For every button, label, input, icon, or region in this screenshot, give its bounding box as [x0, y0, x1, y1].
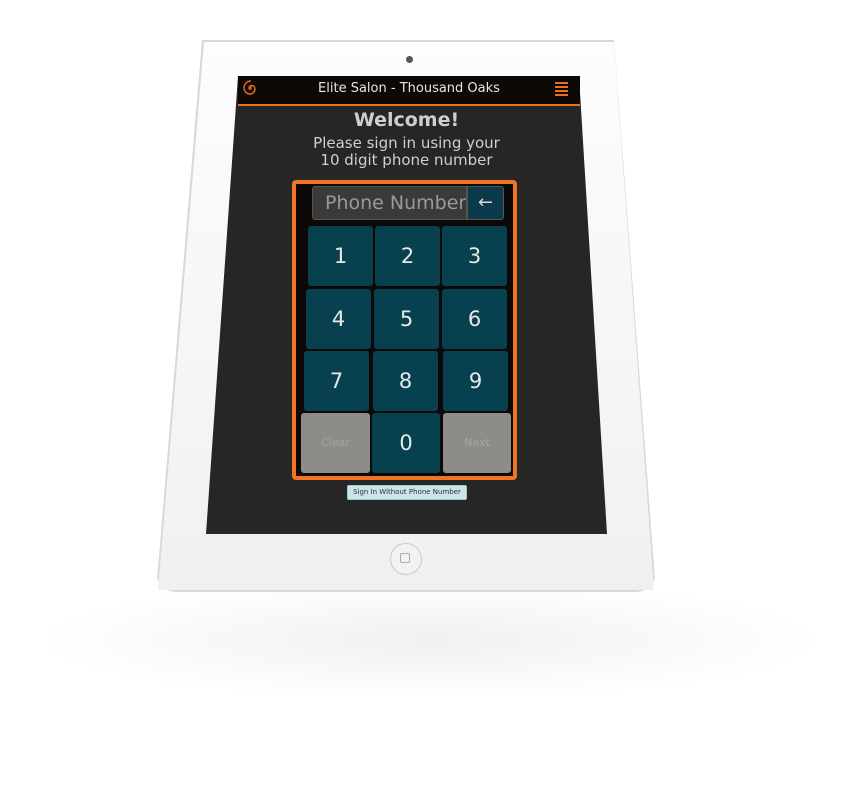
sign-in-without-phone-button[interactable]: Sign In Without Phone Number [347, 485, 467, 500]
key-4[interactable]: 4 [306, 289, 371, 349]
app-title: Elite Salon - Thousand Oaks [318, 81, 500, 96]
welcome-heading: Welcome! [353, 109, 460, 131]
top-bar: Elite Salon - Thousand Oaks [238, 76, 580, 106]
key-7[interactable]: 7 [304, 351, 369, 411]
key-5[interactable]: 5 [374, 289, 439, 349]
clear-button[interactable]: Clear [301, 413, 370, 473]
instructions-line-1: Please sign in using your [313, 134, 500, 152]
instructions: Please sign in using your 10 digit phone… [206, 135, 607, 169]
key-1[interactable]: 1 [308, 226, 373, 286]
backspace-button[interactable]: ← [467, 186, 504, 220]
home-square-icon [400, 553, 410, 563]
phone-number-input[interactable]: Phone Number [312, 186, 467, 220]
hamburger-menu-icon[interactable] [555, 82, 568, 96]
camera-icon [406, 56, 413, 63]
instructions-line-2: 10 digit phone number [320, 151, 493, 169]
arrow-left-icon: ← [477, 192, 494, 213]
key-6[interactable]: 6 [442, 289, 507, 349]
key-8[interactable]: 8 [373, 351, 438, 411]
tablet-shadow [30, 580, 830, 700]
key-2[interactable]: 2 [375, 226, 440, 286]
next-button[interactable]: Next [443, 413, 511, 473]
key-3[interactable]: 3 [442, 226, 507, 286]
key-0[interactable]: 0 [372, 413, 440, 473]
key-9[interactable]: 9 [443, 351, 508, 411]
